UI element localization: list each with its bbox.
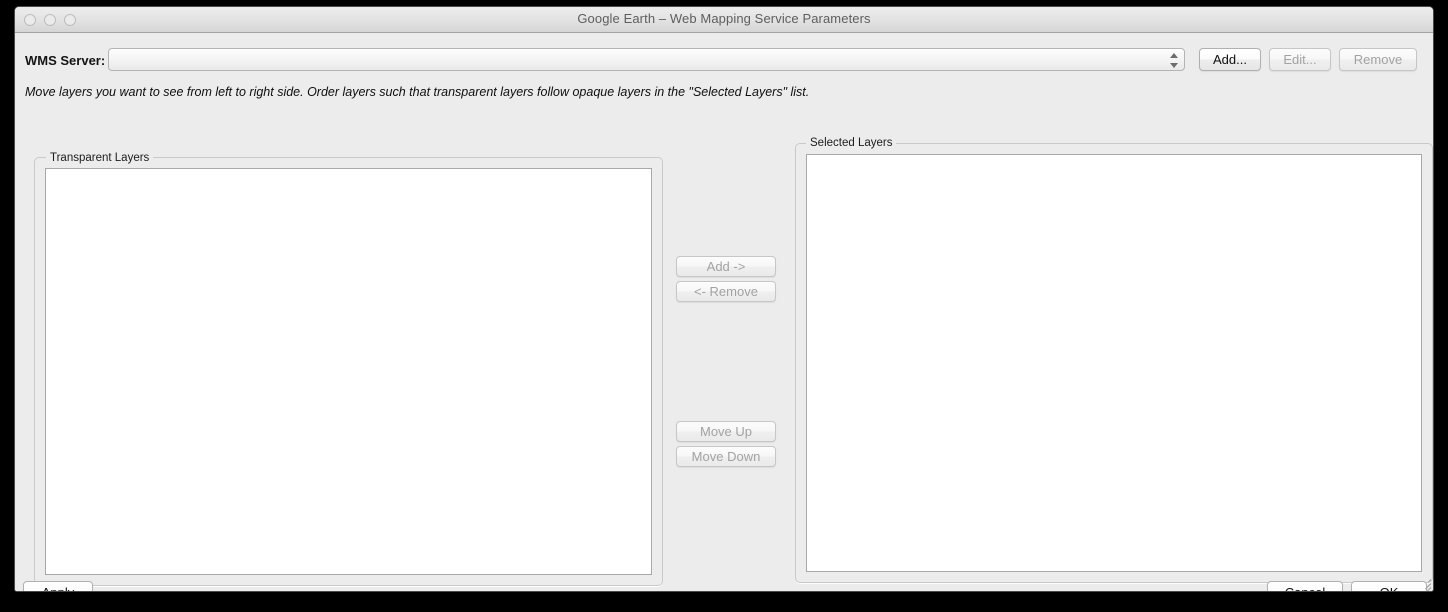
remove-layer-button[interactable]: <- Remove (676, 281, 776, 302)
move-up-button[interactable]: Move Up (676, 421, 776, 442)
move-down-button[interactable]: Move Down (676, 446, 776, 467)
window-title: Google Earth – Web Mapping Service Param… (577, 11, 871, 26)
wms-parameters-window: Google Earth – Web Mapping Service Param… (14, 6, 1434, 592)
add-server-button[interactable]: Add... (1199, 48, 1261, 71)
wms-server-combobox[interactable] (108, 48, 1185, 71)
chevron-updown-icon[interactable] (1170, 52, 1179, 69)
ok-button[interactable]: OK (1351, 581, 1427, 591)
remove-server-button[interactable]: Remove (1339, 48, 1417, 71)
apply-button[interactable]: Apply (23, 581, 93, 591)
edit-server-button[interactable]: Edit... (1269, 48, 1331, 71)
selected-layers-list[interactable] (806, 154, 1422, 572)
screen: Google Earth – Web Mapping Service Param… (0, 0, 1448, 612)
cancel-button[interactable]: Cancel (1267, 581, 1343, 591)
transparent-layers-title: Transparent Layers (46, 152, 154, 164)
wms-server-label: WMS Server: (25, 53, 106, 68)
instruction-text: Move layers you want to see from left to… (25, 85, 810, 99)
selected-layers-title: Selected Layers (806, 137, 897, 149)
window-titlebar[interactable]: Google Earth – Web Mapping Service Param… (15, 7, 1433, 33)
add-layer-button[interactable]: Add -> (676, 256, 776, 277)
resize-grip-icon[interactable] (1417, 576, 1432, 591)
transparent-layers-list[interactable] (45, 168, 652, 575)
window-body: WMS Server: Add... Edit... Remove Move l… (15, 33, 1433, 591)
